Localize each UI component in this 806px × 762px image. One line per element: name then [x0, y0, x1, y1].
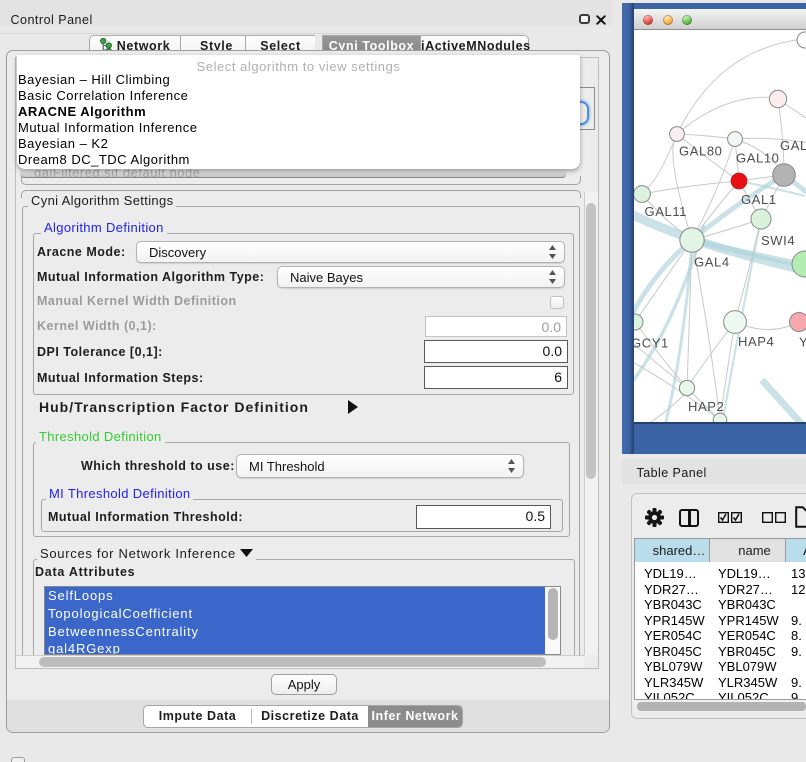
svg-text:Y: Y: [799, 335, 806, 350]
svg-text:HAP4: HAP4: [738, 334, 774, 349]
svg-text:HAP2: HAP2: [688, 399, 724, 414]
svg-text:GCY1: GCY1: [634, 336, 669, 351]
svg-text:GAL4: GAL4: [694, 255, 730, 270]
svg-text:GAL11: GAL11: [645, 204, 688, 219]
svg-text:GAL80: GAL80: [679, 144, 722, 159]
svg-text:GAL1: GAL1: [741, 192, 777, 207]
svg-text:GAL10: GAL10: [736, 151, 779, 166]
svg-text:GAL: GAL: [780, 138, 806, 153]
svg-text:SWI4: SWI4: [761, 233, 795, 248]
